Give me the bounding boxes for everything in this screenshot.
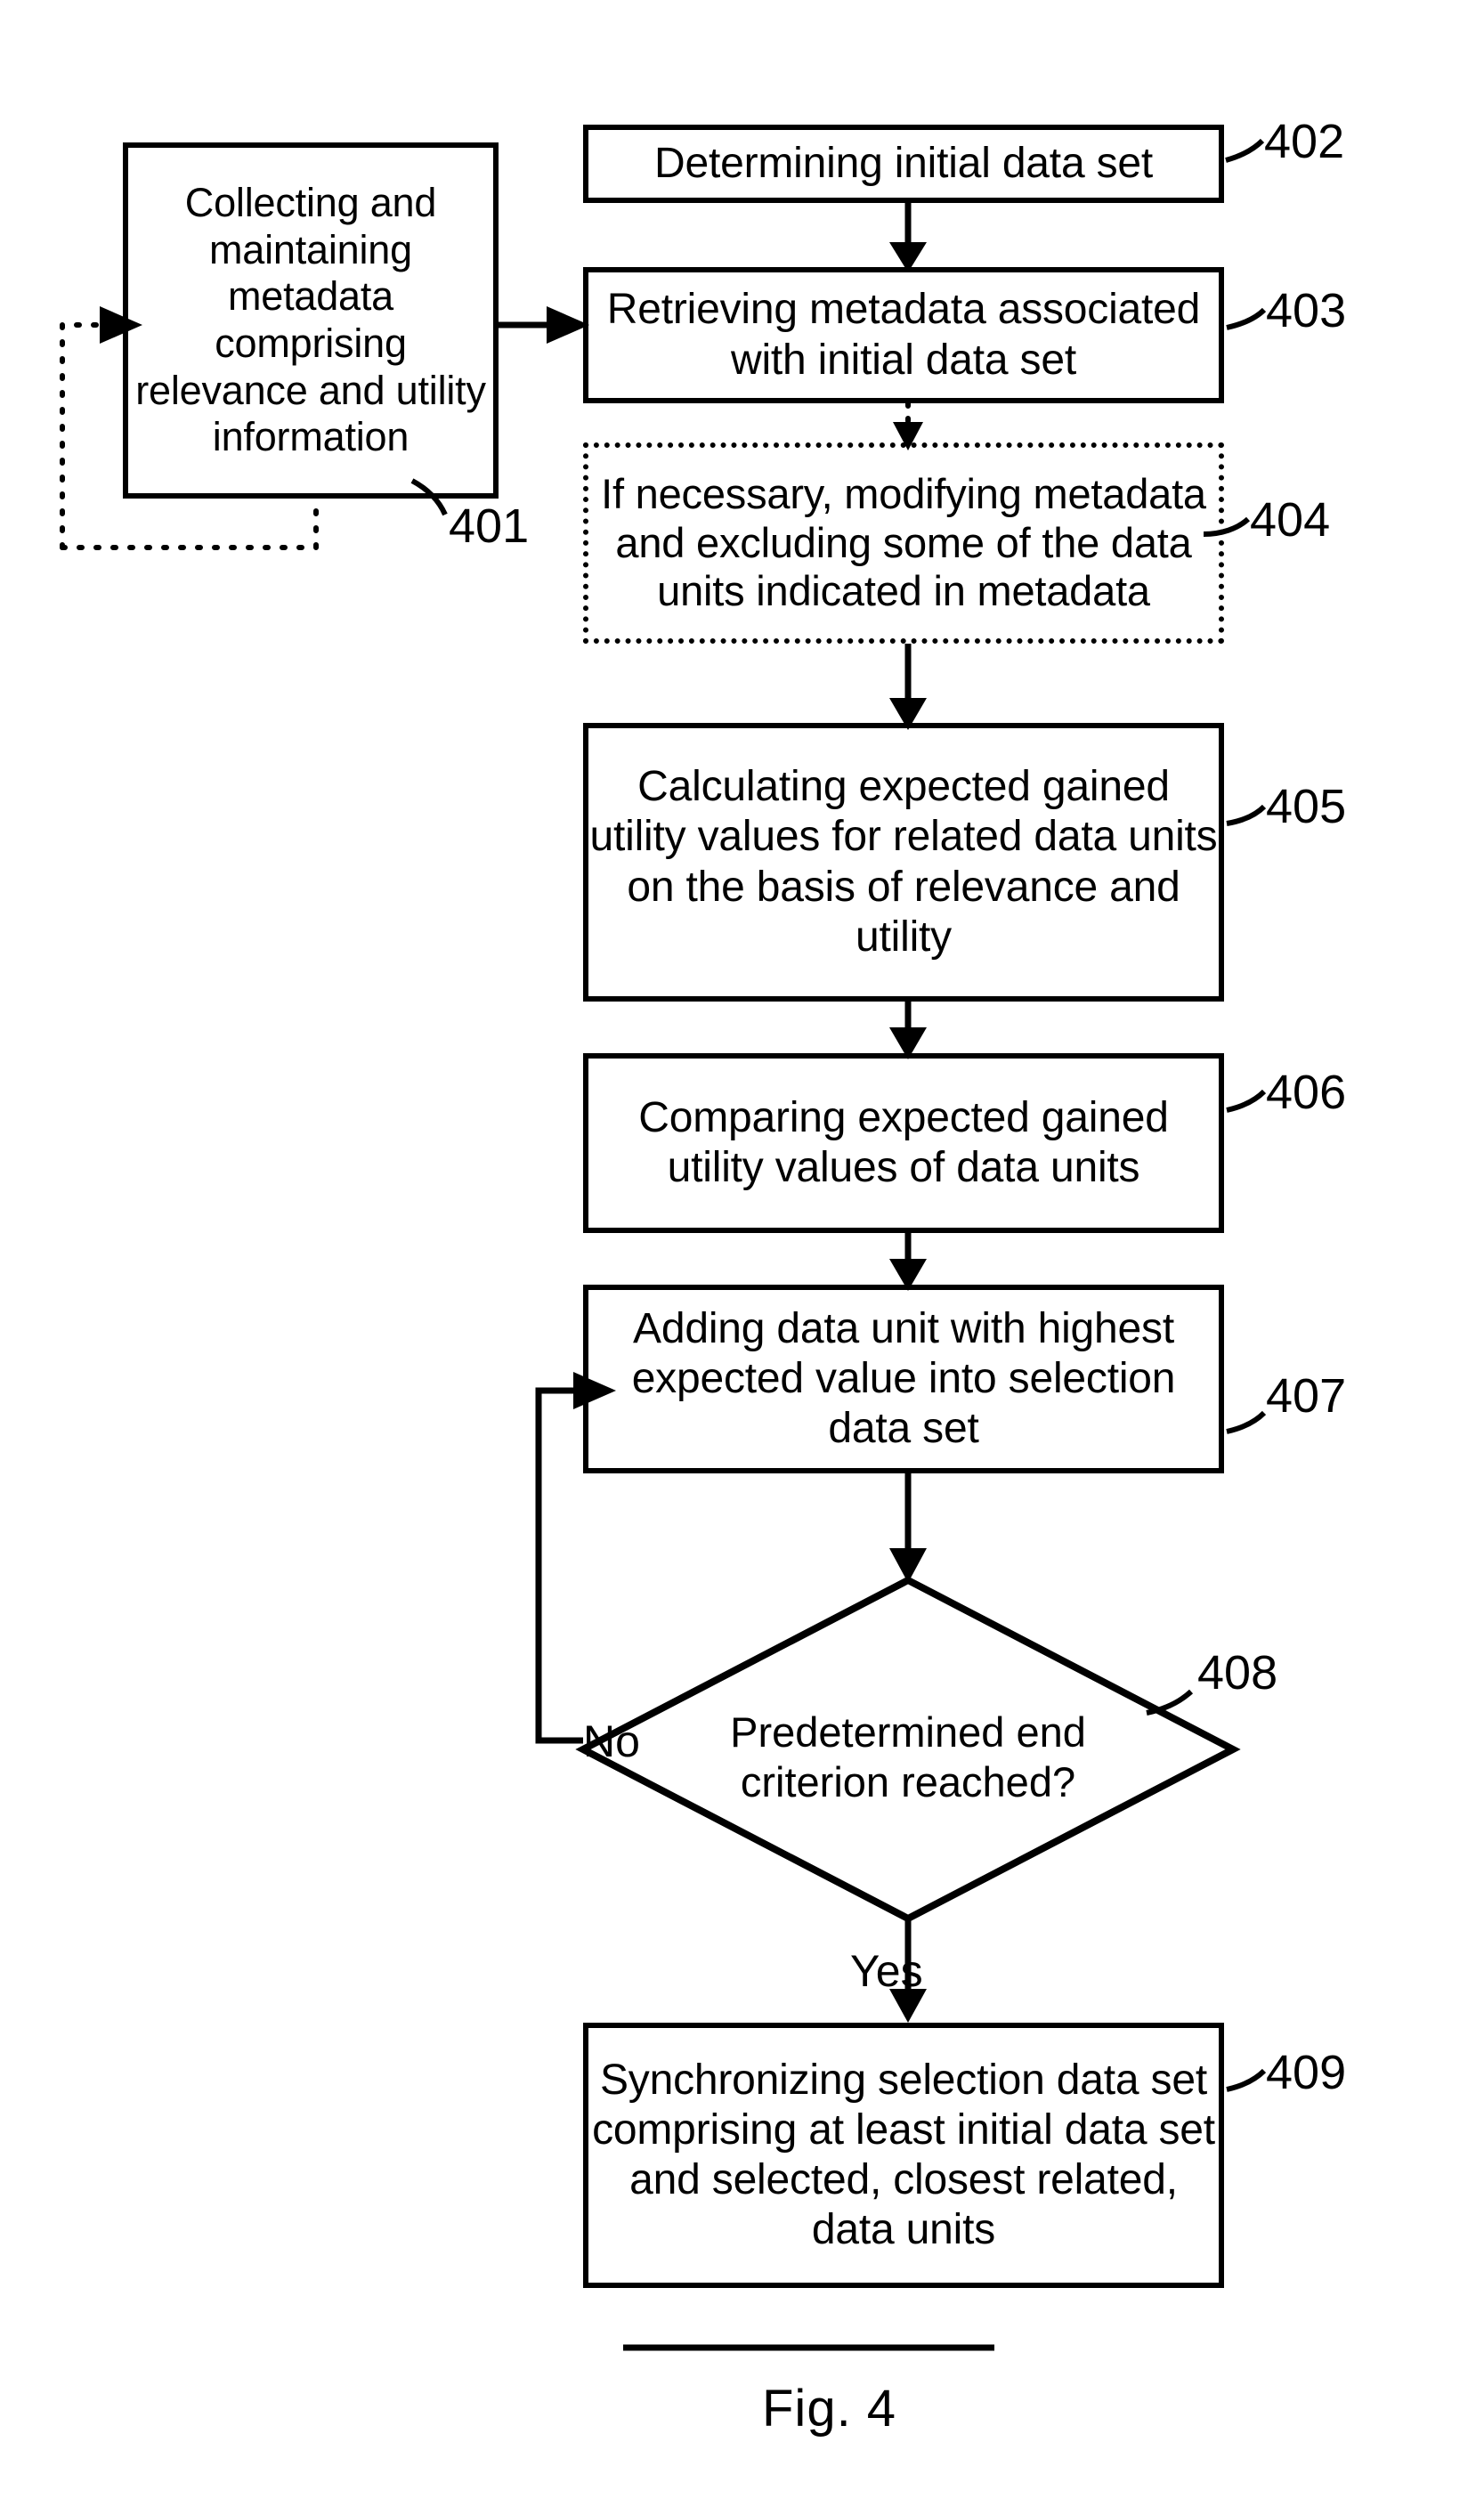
- node-407-adding-data-unit[interactable]: Adding data unit with highest expected v…: [583, 1285, 1224, 1473]
- node-408-label-line2: criterion reached?: [740, 1758, 1076, 1806]
- ref-number-406: 406: [1266, 1066, 1347, 1119]
- ref-number-405: 405: [1266, 780, 1347, 833]
- edge-407-to-408: [889, 1473, 927, 1583]
- node-408-decision-label[interactable]: Predetermined end criterion reached?: [623, 1708, 1193, 1808]
- node-406-comparing-expected-gained-utility[interactable]: Comparing expected gained utility values…: [583, 1053, 1224, 1233]
- node-403-retrieving-metadata[interactable]: Retrieving metadata associated with init…: [583, 267, 1224, 403]
- ref-number-401: 401: [449, 499, 530, 553]
- node-404-modifying-metadata-optional[interactable]: If necessary, modifying metadata and exc…: [583, 442, 1224, 644]
- ref-number-408: 408: [1197, 1646, 1278, 1700]
- edge-405-to-406: [889, 1002, 927, 1059]
- node-409-label: Synchronizing selection data set compris…: [592, 2056, 1215, 2254]
- ref-number-404: 404: [1250, 493, 1331, 547]
- node-402-label: Determining initial data set: [653, 139, 1154, 187]
- node-406-label: Comparing expected gained utility values…: [638, 1093, 1169, 1191]
- edge-402-to-403: [889, 203, 927, 272]
- node-405-calculating-expected-gained-utility[interactable]: Calculating expected gained utility valu…: [583, 723, 1224, 1002]
- edge-label-yes: Yes: [850, 1946, 923, 1996]
- edge-404-to-405: [889, 644, 927, 730]
- edge-406-to-407: [889, 1233, 927, 1291]
- edge-401-to-403: [499, 306, 589, 344]
- node-408-label-line1: Predetermined end: [730, 1708, 1086, 1756]
- node-402-determining-initial-data-set[interactable]: Determining initial data set: [583, 125, 1224, 203]
- node-404-label: If necessary, modifying metadata and exc…: [601, 469, 1206, 615]
- ref-number-407: 407: [1266, 1369, 1347, 1423]
- node-401-collecting-metadata[interactable]: Collecting and maintaining metadata comp…: [123, 142, 499, 499]
- figure-caption: Fig. 4: [762, 2380, 897, 2438]
- edge-label-no: No: [583, 1716, 640, 1766]
- ref-number-403: 403: [1266, 284, 1347, 337]
- ref-number-409: 409: [1266, 2046, 1347, 2099]
- node-407-label: Adding data unit with highest expected v…: [631, 1304, 1176, 1453]
- node-403-label: Retrieving metadata associated with init…: [606, 286, 1201, 384]
- node-409-synchronizing-selection-data-set[interactable]: Synchronizing selection data set compris…: [583, 2023, 1224, 2288]
- node-401-label: Collecting and maintaining metadata comp…: [135, 180, 486, 460]
- ref-number-402: 402: [1264, 115, 1345, 168]
- node-405-label: Calculating expected gained utility valu…: [589, 763, 1218, 961]
- patent-figure-page: Collecting and maintaining metadata comp…: [0, 0, 1484, 2515]
